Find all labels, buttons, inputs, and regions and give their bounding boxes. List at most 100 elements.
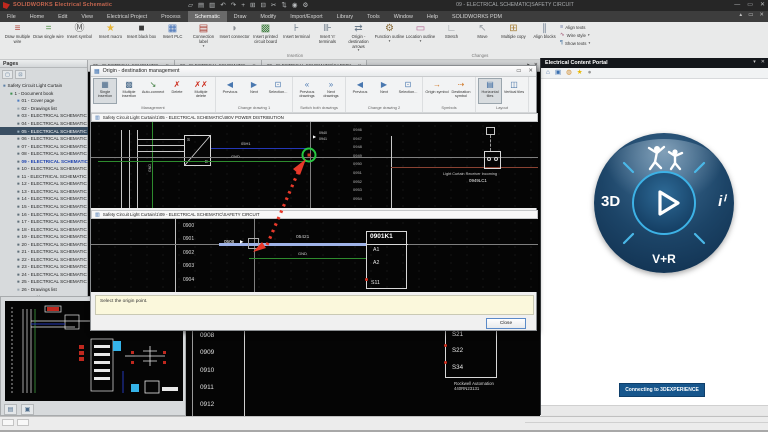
page-tree-item[interactable]: ■ 08 - ELECTRICAL SCHEMATIC: [0, 150, 88, 158]
page-tree-item[interactable]: ■ 1 - Document book: [0, 90, 88, 98]
statusbar-segment[interactable]: [2, 419, 14, 426]
page-tree-item[interactable]: ■ 03 - ELECTRICAL SCHEMATIC: [0, 112, 88, 120]
add-icon[interactable]: +: [241, 1, 245, 10]
ribbon-small-button[interactable]: ∿ Wire style ▾: [560, 32, 590, 38]
ribbon-button[interactable]: ▭ Location outline ▾: [405, 23, 436, 55]
pane2-header[interactable]: ▥ Safety Circuit Light Curtain\1\09 - EL…: [91, 210, 538, 219]
globe-icon[interactable]: ◍: [566, 68, 572, 78]
close-icon[interactable]: ✕: [760, 1, 765, 10]
compass-center[interactable]: [632, 171, 696, 235]
menu-tab[interactable]: Library: [330, 11, 360, 22]
portal-header[interactable]: Electrical Content Portal ▾✕: [541, 58, 768, 68]
new-page-icon[interactable]: ▢: [2, 70, 13, 79]
ribbon-small-button[interactable]: ≡ Align texts: [560, 24, 590, 30]
menu-tab[interactable]: Home: [23, 11, 51, 22]
ribbon-button[interactable]: ▩ Insert printed circuit board: [250, 23, 281, 55]
ribbon-button[interactable]: ▤ Connection label ▾: [188, 23, 219, 55]
page-tree-item[interactable]: ■ 11 - ELECTRICAL SCHEMATIC: [0, 173, 88, 181]
ribbon-button[interactable]: ⚙ Function outline ▾: [374, 23, 405, 55]
redo-icon[interactable]: ↷: [231, 1, 236, 10]
page-tree-item[interactable]: ■ 04 - ELECTRICAL SCHEMATIC: [0, 120, 88, 128]
page-tree-item[interactable]: ■ 07 - ELECTRICAL SCHEMATIC: [0, 142, 88, 150]
paste-icon[interactable]: ⊟: [260, 1, 265, 10]
ribbon-button[interactable]: ↖ Move: [467, 23, 498, 55]
toolbar-button[interactable]: ▦ Single insertion: [93, 78, 117, 104]
pan-icon[interactable]: ⇅: [281, 1, 286, 10]
copy-icon[interactable]: ⊞: [250, 1, 255, 10]
undo-icon[interactable]: ↶: [220, 1, 225, 10]
minimize-icon[interactable]: —: [734, 1, 740, 10]
page-tree-item[interactable]: ■ 17 - ELECTRICAL SCHEMATIC: [0, 218, 88, 226]
open-icon[interactable]: ▤: [198, 1, 204, 10]
toolbar-button[interactable]: ◫ Vertical tiles: [502, 78, 526, 104]
page-tree-item[interactable]: ■ 20 - ELECTRICAL SCHEMATIC: [0, 240, 88, 248]
thumbnail-window-button[interactable]: ▣: [21, 404, 34, 415]
page-tree-item[interactable]: ■ 01 - Cover page: [0, 97, 88, 105]
ribbon-button[interactable]: = Draw single wire: [33, 23, 64, 55]
pane2-canvas[interactable]: 09000901090209030904 05421 0508 ▶ GND 09…: [91, 219, 538, 292]
toolbar-button[interactable]: ⊡ Selection...: [266, 78, 290, 104]
menu-tab[interactable]: Tools: [360, 11, 387, 22]
page-tree-item[interactable]: ■ 21 - ELECTRICAL SCHEMATIC: [0, 248, 88, 256]
ribbon-button[interactable]: ◗ Insert connector: [219, 23, 250, 55]
page-tree-item[interactable]: ■ 26 - Drawings list: [0, 286, 88, 294]
statusbar-segment[interactable]: [17, 419, 29, 426]
toolbar-button[interactable]: ⇢ Destination symbol: [449, 78, 473, 104]
toolbar-button[interactable]: ◀ Previous: [348, 78, 372, 104]
toolbar-button[interactable]: ✗✗ Multiple delete: [189, 78, 213, 104]
pin-icon[interactable]: ▾: [753, 59, 756, 65]
maximize-icon[interactable]: ▭: [747, 1, 753, 10]
pane1-canvas[interactable]: GND S E 05H1 GND ▶ 0940 0941 09460947094…: [91, 122, 538, 208]
ribbon-button[interactable]: ≡ Draw multiple wire: [2, 23, 33, 55]
toolbar-button[interactable]: » Next drawings: [319, 78, 343, 104]
menu-tab[interactable]: Process: [154, 11, 187, 22]
page-tree-item[interactable]: ■ 22 - ELECTRICAL SCHEMATIC: [0, 256, 88, 264]
page-tree-item[interactable]: ■ 09 - ELECTRICAL SCHEMATIC: [0, 157, 88, 165]
cut-icon[interactable]: ✂: [271, 1, 276, 10]
lock-icon[interactable]: ●: [588, 68, 592, 78]
ribbon-small-button[interactable]: ¶ Show texts ▾: [560, 40, 590, 46]
close-document-icon[interactable]: ✕: [759, 12, 764, 18]
receiver-symbol[interactable]: [484, 151, 501, 169]
menu-tab[interactable]: Schematic: [188, 11, 227, 22]
page-tree-item[interactable]: ■ 14 - ELECTRICAL SCHEMATIC: [0, 195, 88, 203]
ribbon-button[interactable]: ⊪ Insert 'n' terminals: [312, 23, 343, 55]
zoom-fit-icon[interactable]: ◉: [292, 1, 298, 10]
pane1-header[interactable]: ▥ Safety Circuit Light Curtain\1\05 - EL…: [91, 113, 538, 122]
origin-point-box[interactable]: [248, 238, 259, 249]
page-tree-item[interactable]: ■ 02 - Drawings list: [0, 105, 88, 113]
toolbar-button[interactable]: ▩ Multiple insertion: [117, 78, 141, 104]
page-tree-item[interactable]: ■ 05 - ELECTRICAL SCHEMATIC: [0, 127, 88, 135]
ribbon-button[interactable]: ⊞ Multiple copy: [498, 23, 529, 55]
relay-symbol[interactable]: 0901K1 A1 A2 S11: [366, 231, 407, 289]
menu-tab[interactable]: Modify: [253, 11, 283, 22]
maximize-icon[interactable]: ▭: [516, 68, 521, 74]
toolbar-button[interactable]: ▤ Horizontal tiles: [478, 78, 502, 104]
ribbon-button[interactable]: ∥ Align blocks: [529, 23, 560, 55]
page-tree-item[interactable]: ■ 23 - ELECTRICAL SCHEMATIC: [0, 263, 88, 271]
dialog-titlebar[interactable]: ▦ Origin - destination management ▭✕: [91, 66, 536, 77]
page-tree-item[interactable]: ■ Safety Circuit Light Curtain: [0, 82, 88, 90]
menu-tab[interactable]: Draw: [227, 11, 254, 22]
menu-tab[interactable]: Import/Export: [283, 11, 329, 22]
menu-tab[interactable]: Edit: [51, 11, 74, 22]
page-tree-item[interactable]: ■ 19 - ELECTRICAL SCHEMATIC: [0, 233, 88, 241]
screen-icon[interactable]: ▣: [555, 68, 561, 78]
menu-tab[interactable]: SOLIDWORKS PDM: [445, 11, 509, 22]
page-tree-item[interactable]: ■ 06 - ELECTRICAL SCHEMATIC: [0, 135, 88, 143]
save-icon[interactable]: ▥: [209, 1, 215, 10]
ribbon-collapse-icon[interactable]: ▴: [739, 12, 742, 18]
ribbon-button[interactable]: ⇄ Origin - destination arrows ▾: [343, 23, 374, 55]
page-tree-item[interactable]: ■ 13 - ELECTRICAL SCHEMATIC: [0, 188, 88, 196]
safety-relay-symbol[interactable]: S21 S22 S34: [445, 328, 497, 378]
menu-tab[interactable]: Window: [387, 11, 420, 22]
close-button[interactable]: Close: [486, 318, 526, 329]
toolbar-button[interactable]: ▶ Next: [242, 78, 266, 104]
page-tree-item[interactable]: ■ 24 - ELECTRICAL SCHEMATIC: [0, 271, 88, 279]
close-icon[interactable]: ✕: [528, 68, 533, 74]
menu-tab[interactable]: File: [0, 11, 23, 22]
toolbar-button[interactable]: ◀ Previous: [218, 78, 242, 104]
thumbnail-page-button[interactable]: ▤: [4, 404, 17, 415]
close-icon[interactable]: ✕: [761, 59, 765, 65]
toolbar-button[interactable]: ▶ Next: [372, 78, 396, 104]
